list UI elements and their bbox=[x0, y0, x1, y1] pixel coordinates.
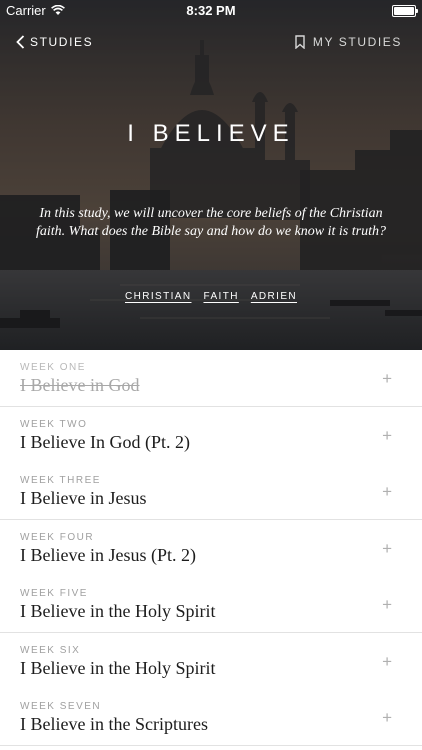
week-item[interactable]: WEEK TWO I Believe In God (Pt. 2) + bbox=[0, 407, 422, 463]
week-item[interactable]: WEEK ONE I Believe in God + bbox=[0, 350, 422, 407]
status-bar: Carrier 8:32 PM bbox=[0, 0, 422, 22]
week-title: I Believe in Jesus (Pt. 2) bbox=[20, 545, 196, 565]
back-label: STUDIES bbox=[30, 35, 94, 49]
expand-icon[interactable]: + bbox=[382, 540, 392, 557]
my-studies-label: MY STUDIES bbox=[312, 35, 402, 49]
week-item[interactable]: WEEK FOUR I Believe in Jesus (Pt. 2) + bbox=[0, 520, 422, 576]
tag-author[interactable]: ADRIEN bbox=[251, 291, 297, 302]
expand-icon[interactable]: + bbox=[382, 483, 392, 500]
week-title: I Believe in the Holy Spirit bbox=[20, 601, 216, 621]
week-label: WEEK FOUR bbox=[20, 532, 95, 543]
week-label: WEEK SIX bbox=[20, 645, 81, 656]
my-studies-button[interactable]: MY STUDIES bbox=[295, 35, 402, 49]
week-item[interactable]: WEEK SIX I Believe in the Holy Spirit + bbox=[0, 633, 422, 689]
bookmark-icon bbox=[295, 35, 305, 49]
weeks-list: WEEK ONE I Believe in God + WEEK TWO I B… bbox=[0, 350, 422, 746]
study-title: I BELIEVE bbox=[127, 120, 295, 147]
expand-icon[interactable]: + bbox=[382, 709, 392, 726]
battery-icon bbox=[392, 5, 418, 17]
tag-christian[interactable]: CHRISTIAN bbox=[125, 291, 192, 302]
week-label: WEEK ONE bbox=[20, 362, 86, 373]
expand-icon[interactable]: + bbox=[382, 427, 392, 444]
week-title: I Believe In God (Pt. 2) bbox=[20, 432, 190, 452]
week-title: I Believe in the Holy Spirit bbox=[20, 658, 216, 678]
week-item[interactable]: WEEK FIVE I Believe in the Holy Spirit + bbox=[0, 576, 422, 633]
screen: Carrier 8:32 PM STUDIES MY STUDIES I BEL… bbox=[0, 0, 422, 750]
week-title: I Believe in God bbox=[20, 375, 140, 395]
week-title: I Believe in the Scriptures bbox=[20, 714, 208, 734]
expand-icon[interactable]: + bbox=[382, 653, 392, 670]
study-hero: Carrier 8:32 PM STUDIES MY STUDIES I BEL… bbox=[0, 0, 422, 350]
week-item[interactable]: WEEK THREE I Believe in Jesus + bbox=[0, 463, 422, 520]
study-tags: CHRISTIAN FAITH ADRIEN bbox=[0, 291, 422, 302]
week-label: WEEK SEVEN bbox=[20, 701, 102, 712]
back-to-studies-button[interactable]: STUDIES bbox=[16, 35, 93, 49]
tag-faith[interactable]: FAITH bbox=[203, 291, 238, 302]
week-title: I Believe in Jesus bbox=[20, 488, 147, 508]
status-time: 8:32 PM bbox=[186, 3, 236, 18]
expand-icon[interactable]: + bbox=[382, 370, 392, 387]
week-label: WEEK FIVE bbox=[20, 588, 88, 599]
week-item[interactable]: WEEK SEVEN I Believe in the Scriptures + bbox=[0, 689, 422, 746]
study-description: In this study, we will uncover the core … bbox=[36, 206, 386, 239]
week-label: WEEK TWO bbox=[20, 419, 88, 430]
chevron-left-icon bbox=[16, 35, 25, 49]
week-label: WEEK THREE bbox=[20, 475, 101, 486]
expand-icon[interactable]: + bbox=[382, 596, 392, 613]
